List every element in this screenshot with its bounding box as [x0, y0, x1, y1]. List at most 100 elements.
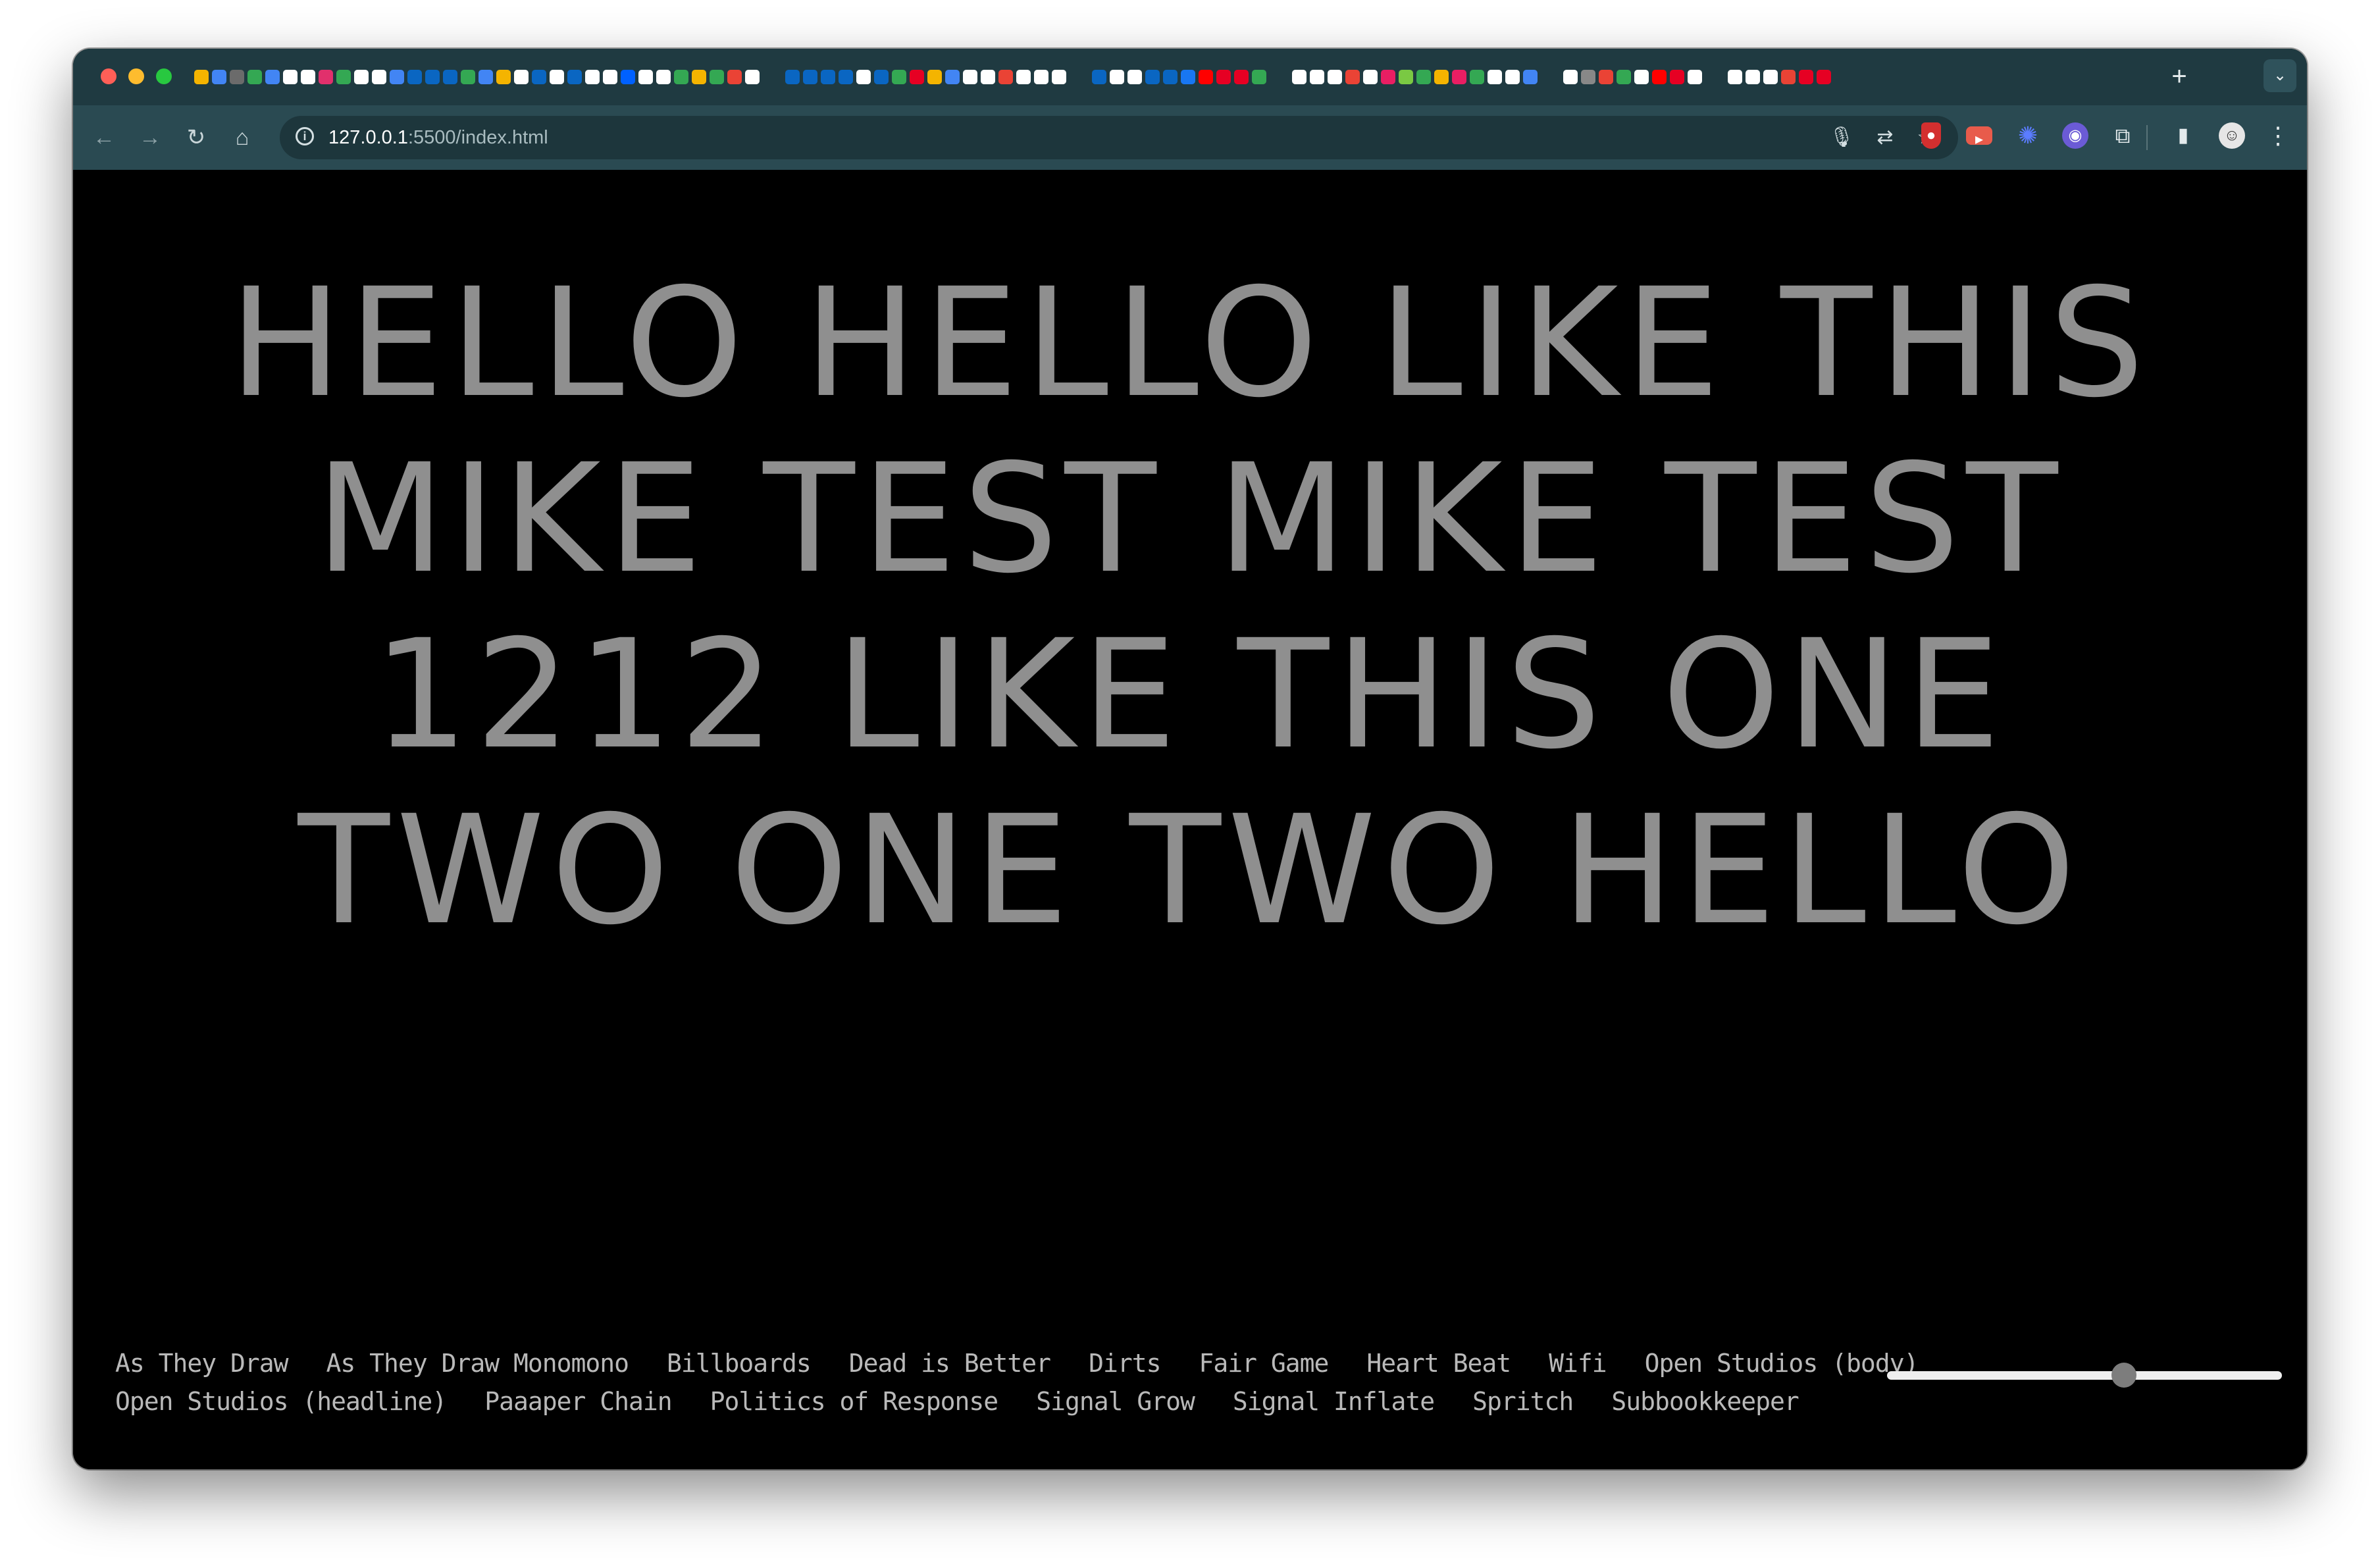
tab-favicon-icon[interactable] — [1416, 70, 1431, 84]
tab-favicon-icon[interactable] — [1505, 70, 1520, 84]
font-option-link[interactable]: Politics of Response — [710, 1382, 999, 1421]
tab-favicon-icon[interactable] — [1470, 70, 1484, 84]
tab-favicon-icon[interactable] — [638, 70, 653, 84]
minimize-window-button[interactable] — [128, 68, 144, 84]
tab-favicon-icon[interactable] — [1617, 70, 1631, 84]
tab-favicon-icon[interactable] — [354, 70, 369, 84]
tab-favicon-icon[interactable] — [1092, 70, 1106, 84]
sparkle-extension-icon[interactable]: ✺ — [2015, 122, 2041, 149]
font-option-link[interactable]: Signal Grow — [1036, 1382, 1195, 1421]
tab-favicon-icon[interactable] — [603, 70, 617, 84]
recorder-extension-icon[interactable]: ▸ — [1966, 126, 1992, 148]
tab-favicon-icon[interactable] — [856, 70, 871, 84]
tab-favicon-icon[interactable] — [1670, 70, 1684, 84]
tab-favicon-icon[interactable] — [283, 70, 298, 84]
url-text[interactable]: 127.0.0.1:5500/index.html — [328, 116, 548, 159]
tab-favicon-icon[interactable] — [674, 70, 688, 84]
font-option-link[interactable]: Subbookkeeper — [1611, 1382, 1799, 1421]
tab-favicon-icon[interactable] — [461, 70, 475, 84]
address-bar[interactable]: i 127.0.0.1:5500/index.html 🎙︎ ⇄ ☆ — [280, 116, 1958, 159]
tab-favicon-icon[interactable] — [656, 70, 671, 84]
tab-favicon-icon[interactable] — [1052, 70, 1066, 84]
tab-favicon-icon[interactable] — [567, 70, 582, 84]
close-window-button[interactable] — [101, 68, 116, 84]
tab-favicon-icon[interactable] — [1652, 70, 1667, 84]
home-icon[interactable]: ⌂ — [224, 120, 260, 155]
tab-favicon-icon[interactable] — [301, 70, 315, 84]
tab-favicon-icon[interactable] — [265, 70, 280, 84]
tab-favicon-icon[interactable] — [550, 70, 564, 84]
tab-favicon-icon[interactable] — [496, 70, 511, 84]
tab-favicon-icon[interactable] — [927, 70, 942, 84]
plus-icon[interactable]: + — [2163, 61, 2195, 92]
font-option-link[interactable]: Open Studios (body) — [1645, 1344, 1919, 1382]
slider-track[interactable] — [1887, 1371, 2282, 1380]
tab-favicon-icon[interactable] — [1728, 70, 1742, 84]
profile-extension-icon[interactable]: ◉ — [2062, 122, 2088, 149]
font-option-link[interactable]: Paaaper Chain — [484, 1382, 672, 1421]
tab-favicon-icon[interactable] — [874, 70, 889, 84]
tab-favicon-icon[interactable] — [1292, 70, 1306, 84]
font-option-link[interactable]: Heart Beat — [1366, 1344, 1511, 1382]
tab-favicon-icon[interactable] — [230, 70, 244, 84]
tab-favicon-icon[interactable] — [1345, 70, 1360, 84]
tab-favicon-icon[interactable] — [1434, 70, 1449, 84]
forward-arrow-icon[interactable]: → — [132, 120, 168, 155]
tab-favicon-icon[interactable] — [1746, 70, 1760, 84]
tab-favicon-icon[interactable] — [532, 70, 546, 84]
tab-favicon-icon[interactable] — [963, 70, 977, 84]
tab-favicon-icon[interactable] — [247, 70, 262, 84]
font-option-link[interactable]: Fair Game — [1199, 1344, 1329, 1382]
tab-favicon-icon[interactable] — [390, 70, 404, 84]
tab-favicon-icon[interactable] — [1034, 70, 1048, 84]
tab-favicon-icon[interactable] — [821, 70, 835, 84]
tab-favicon-icon[interactable] — [585, 70, 600, 84]
font-option-link[interactable]: Billboards — [667, 1344, 812, 1382]
font-option-link[interactable]: As They Draw Monomono — [326, 1344, 629, 1382]
tab-favicon-icon[interactable] — [194, 70, 209, 84]
tab-favicon-icon[interactable] — [1216, 70, 1231, 84]
tab-favicon-icon[interactable] — [336, 70, 351, 84]
translate-icon[interactable]: ⇄ — [1873, 125, 1898, 150]
tab-favicon-icon[interactable] — [1234, 70, 1249, 84]
tab-favicon-icon[interactable] — [212, 70, 226, 84]
tab-favicon-icon[interactable] — [1363, 70, 1378, 84]
tab-favicon-icon[interactable] — [945, 70, 960, 84]
tab-favicon-icon[interactable] — [407, 70, 422, 84]
tab-favicon-icon[interactable] — [1581, 70, 1595, 84]
slider-thumb[interactable] — [2111, 1363, 2136, 1388]
tab-favicon-icon[interactable] — [1252, 70, 1266, 84]
tab-favicon-icon[interactable] — [621, 70, 635, 84]
tab-favicon-icon[interactable] — [1599, 70, 1613, 84]
font-option-link[interactable]: Dirts — [1089, 1344, 1161, 1382]
tab-favicon-icon[interactable] — [514, 70, 529, 84]
font-option-link[interactable]: Open Studios (headline) — [115, 1382, 447, 1421]
tab-favicon-icon[interactable] — [981, 70, 995, 84]
microphone-icon[interactable]: 🎙︎ — [1829, 125, 1854, 150]
tab-favicon-icon[interactable] — [319, 70, 333, 84]
tab-favicon-icon[interactable] — [1488, 70, 1502, 84]
tab-favicon-icon[interactable] — [1781, 70, 1796, 84]
tab-favicon-icon[interactable] — [803, 70, 817, 84]
tab-favicon-icon[interactable] — [727, 70, 742, 84]
tab-favicon-icon[interactable] — [1399, 70, 1413, 84]
tab-favicon-icon[interactable] — [910, 70, 924, 84]
tab-favicon-icon[interactable] — [1016, 70, 1031, 84]
tab-favicon-icon[interactable] — [998, 70, 1013, 84]
back-arrow-icon[interactable]: ← — [86, 120, 122, 155]
tab-favicon-icon[interactable] — [1163, 70, 1177, 84]
extensions-puzzle-icon[interactable]: ⧉ — [2109, 122, 2136, 149]
tab-favicon-icon[interactable] — [1452, 70, 1466, 84]
tab-favicon-icon[interactable] — [1145, 70, 1160, 84]
user-avatar-icon[interactable]: ☺ — [2219, 122, 2245, 149]
tab-favicon-icon[interactable] — [479, 70, 493, 84]
font-option-link[interactable]: Dead is Better — [849, 1344, 1051, 1382]
font-option-link[interactable]: As They Draw — [115, 1344, 289, 1382]
zoom-window-button[interactable] — [156, 68, 172, 84]
tab-favicon-icon[interactable] — [892, 70, 906, 84]
font-option-link[interactable]: Signal Inflate — [1233, 1382, 1435, 1421]
tab-favicon-icon[interactable] — [1127, 70, 1142, 84]
tab-favicon-icon[interactable] — [443, 70, 457, 84]
font-option-link[interactable]: Spritch — [1472, 1382, 1574, 1421]
tab-favicon-icon[interactable] — [1110, 70, 1124, 84]
